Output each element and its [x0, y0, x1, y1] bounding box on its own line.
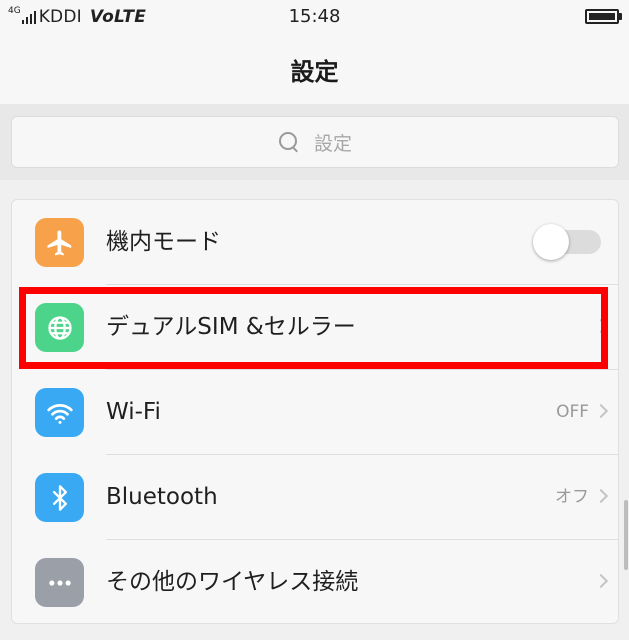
airplane-icon — [35, 218, 84, 267]
battery-icon — [585, 9, 619, 24]
settings-list: 機内モード デュアルSIM &セルラー Wi-Fi OFF Bluetooth … — [11, 199, 619, 624]
page-title: 設定 — [290, 58, 339, 86]
settings-item-label: Bluetooth — [106, 484, 218, 510]
more-icon — [35, 558, 84, 607]
status-time: 15:48 — [288, 6, 341, 27]
nav-header: 設定 — [0, 34, 629, 104]
chevron-right-icon — [593, 573, 609, 589]
bluetooth-status-value: オフ — [555, 487, 589, 507]
settings-item-label: Wi-Fi — [106, 399, 161, 425]
settings-item-other-wireless[interactable]: その他のワイヤレス接続 — [12, 540, 618, 623]
bluetooth-icon — [35, 473, 84, 522]
search-input[interactable]: 設定 — [11, 116, 619, 168]
settings-screen: 4G KDDI VoLTE 15:48 設定 設定 機内モード デュアルSIM … — [0, 0, 629, 640]
toggle-knob — [533, 224, 569, 260]
wifi-status-value: OFF — [556, 402, 589, 422]
wifi-icon — [35, 388, 84, 437]
chevron-right-icon — [593, 403, 609, 419]
settings-item-label: その他のワイヤレス接続 — [106, 569, 359, 595]
search-placeholder: 設定 — [313, 132, 352, 155]
settings-item-wifi[interactable]: Wi-Fi OFF — [12, 370, 618, 455]
highlight-box — [19, 287, 608, 369]
battery-tip — [619, 13, 622, 20]
scrollbar[interactable] — [624, 500, 628, 570]
settings-item-bluetooth[interactable]: Bluetooth オフ — [12, 455, 618, 540]
search-area: 設定 — [0, 104, 629, 180]
airplane-mode-toggle[interactable] — [533, 224, 601, 260]
settings-item-airplane-mode[interactable]: 機内モード — [12, 200, 618, 285]
chevron-right-icon — [593, 488, 609, 504]
settings-item-label: 機内モード — [106, 229, 221, 255]
search-icon — [278, 131, 300, 153]
status-bar: 4G KDDI VoLTE 15:48 — [0, 0, 629, 34]
